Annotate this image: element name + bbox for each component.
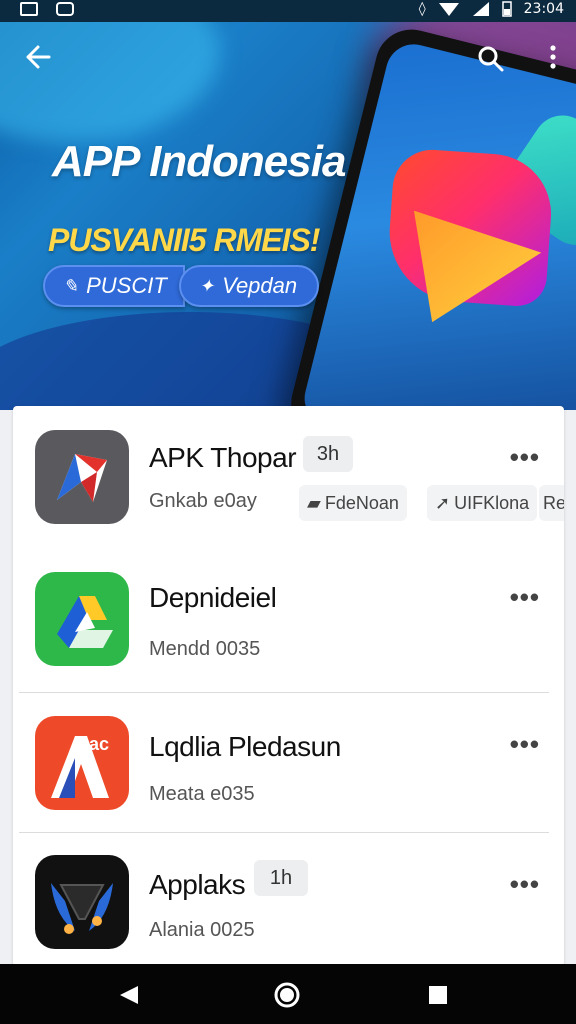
app-name: Applaks xyxy=(149,869,246,900)
notification-icon xyxy=(20,2,38,16)
phone-illustration xyxy=(283,22,576,410)
hero-left-button[interactable]: ✎ PUSCIT xyxy=(43,265,185,307)
battery-icon xyxy=(501,1,512,17)
app-meta: Alania 0025 xyxy=(149,919,255,941)
vibrate-icon: ◊ xyxy=(418,1,426,17)
app-icon xyxy=(35,430,129,524)
status-time: 23:04 xyxy=(523,1,564,17)
hero-subtitle: PUSVANII5 RMEIS! xyxy=(48,222,320,258)
app-list: APK Thopar 3h ••• Gnkab e0ay ▰ FdeNoan ➚… xyxy=(13,406,564,966)
wifi-icon xyxy=(438,3,459,16)
app-badge: 1h xyxy=(254,860,308,896)
hero-title: APP Indonesia xyxy=(52,137,346,186)
navigation-bar xyxy=(0,964,576,1024)
status-bar: ◊ 23:04 xyxy=(0,0,576,22)
nav-home-icon[interactable] xyxy=(273,981,301,1009)
app-name: Lqdlia Pledasun xyxy=(149,731,341,762)
back-arrow-icon[interactable] xyxy=(24,44,52,70)
comment-icon: ▰ xyxy=(307,492,321,513)
nav-recents-icon[interactable] xyxy=(428,985,448,1005)
nav-back-icon[interactable] xyxy=(118,984,140,1006)
search-icon[interactable] xyxy=(477,45,505,73)
chip[interactable]: ➚ UIFKlona xyxy=(427,485,538,521)
app-icon xyxy=(35,855,129,949)
svg-text:ac: ac xyxy=(89,734,109,754)
arrow-icon: ➚ xyxy=(435,492,451,513)
app-name: APK Thopar xyxy=(149,442,297,473)
list-item[interactable]: Applaks 1h ••• Alania 0025 xyxy=(13,833,564,966)
chip[interactable]: ▰ FdeNoan xyxy=(299,485,407,521)
app-icon: ac xyxy=(35,716,129,810)
signal-icon xyxy=(472,2,489,16)
app-icon xyxy=(35,572,129,666)
list-item[interactable]: ac Lqdlia Pledasun ••• Meata e035 xyxy=(13,693,564,833)
hero-right-button-label: Vepdan xyxy=(222,273,298,298)
app-badge: 3h xyxy=(303,436,353,472)
list-item[interactable]: APK Thopar 3h ••• Gnkab e0ay ▰ FdeNoan ➚… xyxy=(13,406,564,546)
notification-icon xyxy=(56,2,74,16)
tag-icon: ✎ xyxy=(63,275,79,296)
list-item[interactable]: Depnideiel ••• Mendd 0035 xyxy=(13,546,564,692)
overflow-menu-icon[interactable] xyxy=(548,44,558,72)
hero-banner: APP Indonesia PUSVANII5 RMEIS! ✎ PUSCIT … xyxy=(0,22,576,410)
app-meta: Gnkab e0ay xyxy=(149,490,257,512)
hero-left-button-label: PUSCIT xyxy=(86,273,167,298)
app-meta: Mendd 0035 xyxy=(149,638,261,660)
chip[interactable]: Re xyxy=(539,485,564,521)
more-options-icon[interactable]: ••• xyxy=(510,442,540,473)
more-options-icon[interactable]: ••• xyxy=(510,582,540,613)
hero-right-button[interactable]: ✦ Vepdan xyxy=(179,265,319,307)
app-name: Depnideiel xyxy=(149,582,277,613)
more-options-icon[interactable]: ••• xyxy=(510,869,540,900)
app-meta: Meata e035 xyxy=(149,783,255,805)
more-options-icon[interactable]: ••• xyxy=(510,729,540,760)
sparkle-icon: ✦ xyxy=(199,275,215,296)
